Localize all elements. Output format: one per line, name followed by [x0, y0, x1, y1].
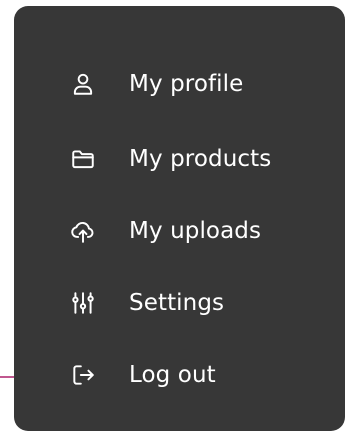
sliders-icon: [70, 290, 96, 316]
user-dropdown-menu: My profile My products My uploads Settin…: [14, 6, 345, 431]
menu-item-label: My products: [129, 146, 272, 172]
menu-item-label: Settings: [129, 290, 225, 316]
menu-item-my-uploads[interactable]: My uploads: [70, 211, 261, 251]
menu-item-label: Log out: [129, 362, 216, 388]
menu-item-label: My uploads: [129, 218, 262, 244]
menu-item-log-out[interactable]: Log out: [70, 355, 216, 395]
user-icon: [70, 71, 96, 97]
menu-list: My profile My products My uploads Settin…: [14, 6, 345, 431]
folder-icon: [70, 146, 96, 172]
logout-icon: [70, 362, 96, 388]
menu-item-my-profile[interactable]: My profile: [70, 64, 243, 104]
menu-item-settings[interactable]: Settings: [70, 283, 224, 323]
cloud-upload-icon: [70, 218, 96, 244]
menu-item-label: My profile: [129, 71, 244, 97]
menu-item-my-products[interactable]: My products: [70, 139, 271, 179]
